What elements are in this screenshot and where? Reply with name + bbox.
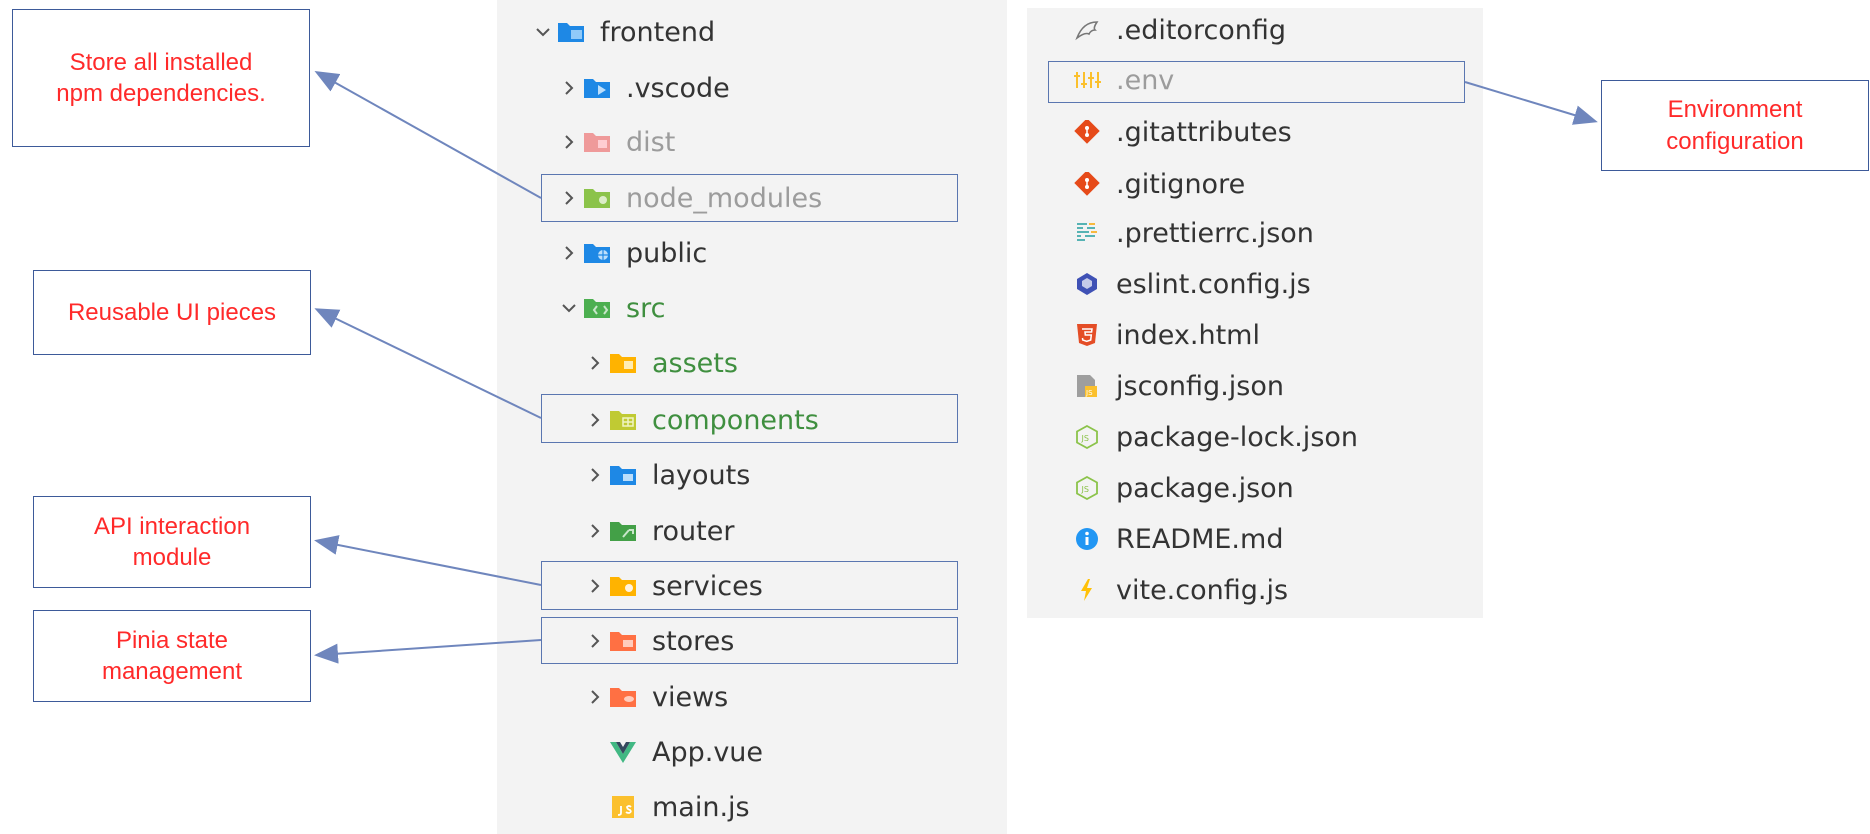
connector-arrows <box>314 71 1598 664</box>
arrow-node-modules <box>314 71 542 199</box>
arrow-stores <box>314 639 542 664</box>
arrow-services <box>314 535 542 586</box>
arrow-components <box>314 308 542 419</box>
arrow-env <box>1464 81 1598 125</box>
